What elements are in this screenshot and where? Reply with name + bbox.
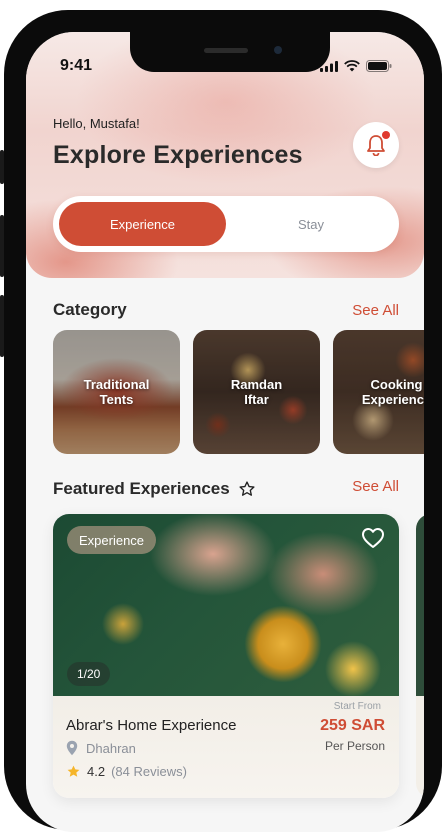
status-icons xyxy=(320,60,392,72)
category-card-ramdan-iftar[interactable]: Ramdan Iftar xyxy=(193,330,320,454)
volume-down-button xyxy=(0,295,4,357)
app-screen: 9:41 Hello, Mustafa! Explore Experiences xyxy=(26,32,424,832)
toggle-experience[interactable]: Experience xyxy=(59,202,226,246)
category-card-traditional-tents[interactable]: Traditional Tents xyxy=(53,330,180,454)
greeting-text: Hello, Mustafa! xyxy=(53,116,140,131)
rating-value: 4.2 xyxy=(87,764,106,779)
type-toggle: Experience Stay xyxy=(53,196,399,252)
status-time: 9:41 xyxy=(60,57,93,74)
price-unit: Per Person xyxy=(324,739,385,753)
category-see-all-link[interactable]: See All xyxy=(352,302,399,319)
category-label: Ramdan Iftar xyxy=(230,377,283,407)
mute-switch xyxy=(0,150,4,184)
featured-header: Featured Experiences xyxy=(53,479,256,499)
notch xyxy=(130,32,330,72)
category-title: Category xyxy=(53,300,127,319)
category-card-cooking-experience[interactable]: Cooking Experience xyxy=(333,330,424,454)
start-from-label: Start From xyxy=(333,701,381,712)
experience-name: Abrar's Home Experience xyxy=(66,717,237,734)
notification-badge xyxy=(382,131,390,139)
category-label: Cooking Experience xyxy=(361,377,424,407)
favorite-heart-icon[interactable] xyxy=(361,527,385,549)
category-label: Traditional Tents xyxy=(83,377,150,407)
wifi-icon xyxy=(344,60,360,72)
category-list: Traditional Tents Ramdan Iftar Cooking E… xyxy=(53,330,424,455)
location-pin-icon xyxy=(66,740,78,756)
experience-location: Dhahran xyxy=(66,740,136,756)
review-count: (84 Reviews) xyxy=(111,764,187,779)
experience-card[interactable]: Experience 1/20 Abrar's Home Experience … xyxy=(53,514,399,798)
featured-title: Featured Experiences xyxy=(53,479,230,498)
star-filled-icon xyxy=(67,765,80,777)
page-title: Explore Experiences xyxy=(53,141,303,169)
image-counter: 1/20 xyxy=(67,662,111,686)
experience-price: 259 SAR xyxy=(320,717,385,734)
featured-see-all-link[interactable]: See All xyxy=(352,478,399,495)
location-text: Dhahran xyxy=(86,740,136,756)
speaker xyxy=(204,48,248,53)
experience-rating: 4.2 (84 Reviews) xyxy=(66,764,187,779)
phone-frame: 9:41 Hello, Mustafa! Explore Experiences xyxy=(0,10,442,832)
notification-button[interactable] xyxy=(353,122,399,168)
experience-type-badge: Experience xyxy=(67,526,157,554)
battery-icon xyxy=(366,60,392,72)
volume-up-button xyxy=(0,215,4,277)
next-experience-card-peek[interactable] xyxy=(416,514,424,798)
camera xyxy=(274,46,282,54)
star-outline-icon xyxy=(239,481,255,496)
toggle-stay[interactable]: Stay xyxy=(229,202,393,246)
